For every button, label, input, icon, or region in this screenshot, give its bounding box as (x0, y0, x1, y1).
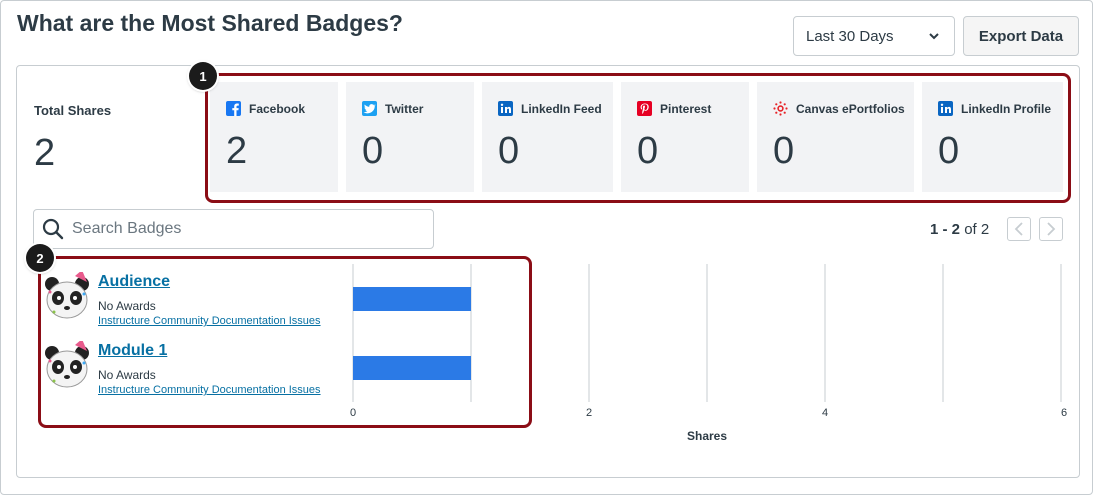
chart-tick-label: 2 (586, 407, 592, 419)
pagination-total: of 2 (964, 221, 990, 238)
callout-1: 1 (189, 62, 217, 90)
chart-tick-label: 4 (822, 407, 828, 419)
highlight-box-2 (38, 256, 532, 428)
pagination-summary: 1 - 2 of 2 (930, 221, 989, 238)
date-range-select[interactable]: Last 30 Days (793, 16, 955, 56)
chart-x-axis-label: Shares (687, 429, 728, 443)
total-shares-value: 2 (34, 132, 56, 174)
pagination-range: 1 - 2 (930, 221, 961, 238)
total-shares: Total Shares 2 (34, 103, 111, 175)
previous-page-button[interactable] (1007, 217, 1031, 241)
chevron-down-icon (929, 33, 939, 40)
chevron-right-icon (1047, 222, 1056, 236)
chevron-left-icon (1014, 222, 1023, 236)
export-data-button[interactable]: Export Data (963, 16, 1079, 56)
date-range-value: Last 30 Days (806, 27, 894, 45)
chart-tick-label: 6 (1061, 407, 1067, 419)
search-field[interactable] (33, 209, 434, 249)
callout-2: 2 (26, 244, 54, 272)
total-shares-label: Total Shares (34, 103, 112, 118)
search-icon (42, 218, 64, 240)
highlight-box-1 (205, 73, 1071, 203)
next-page-button[interactable] (1039, 217, 1063, 241)
search-input[interactable] (72, 220, 412, 238)
page-title: What are the Most Shared Badges? (17, 10, 403, 36)
